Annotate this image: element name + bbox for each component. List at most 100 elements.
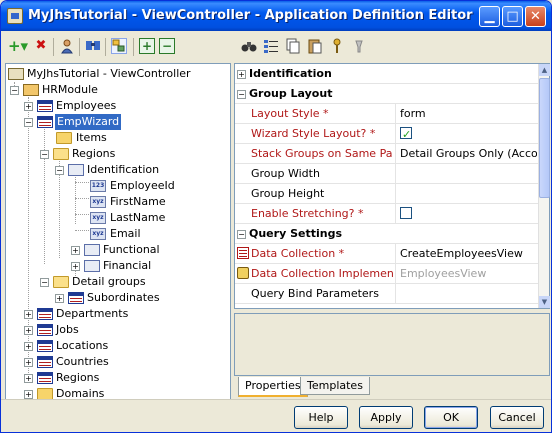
- property-value[interactable]: Detail Groups Only (Accordion): [395, 144, 537, 163]
- expand-toggle-icon[interactable]: +: [237, 70, 246, 79]
- expand-toggle-icon[interactable]: +: [24, 374, 33, 383]
- collapse-toggle-icon[interactable]: −: [24, 118, 33, 127]
- copy-icon[interactable]: [285, 38, 301, 54]
- tree-node-empwizard[interactable]: − EmpWizard: [24, 114, 214, 130]
- tree-node-countries[interactable]: + Countries: [24, 354, 214, 370]
- tree-node-lastname[interactable]: xyz LastName: [90, 210, 220, 226]
- paste-icon[interactable]: [307, 38, 323, 54]
- scroll-thumb[interactable]: [539, 78, 550, 198]
- categorized-icon[interactable]: [263, 38, 279, 54]
- minimize-button[interactable]: ▁: [479, 6, 500, 27]
- property-name: Data Collection *: [251, 247, 345, 260]
- tree-node-hrmodule[interactable]: − HRModule: [10, 82, 220, 98]
- tree-node-items[interactable]: Items: [56, 130, 206, 146]
- tree-node-firstname[interactable]: xyz FirstName: [90, 194, 220, 210]
- tree-node-locations[interactable]: + Locations: [24, 338, 214, 354]
- tree-node-subordinates[interactable]: + Subordinates: [55, 290, 215, 306]
- property-name: Enable Stretching? *: [251, 207, 364, 220]
- delete-icon[interactable]: ✖: [33, 38, 49, 54]
- property-toolbar: [239, 35, 539, 59]
- tree-node-functional[interactable]: + Functional: [71, 242, 211, 258]
- expand-toggle-icon[interactable]: +: [24, 390, 33, 399]
- property-wizard-style[interactable]: Wizard Style Layout? *: [235, 124, 538, 144]
- collapse-all-icon[interactable]: −: [159, 38, 175, 54]
- property-data-collection[interactable]: Data Collection * CreateEmployeesView: [235, 244, 538, 264]
- title-bar[interactable]: MyJhsTutorial - ViewController - Applica…: [1, 1, 551, 31]
- property-enable-stretching[interactable]: Enable Stretching? *: [235, 204, 538, 224]
- tree-node-departments[interactable]: + Departments: [24, 306, 214, 322]
- user-icon[interactable]: [59, 38, 75, 54]
- expand-toggle-icon[interactable]: +: [71, 246, 80, 255]
- property-group-width[interactable]: Group Width: [235, 164, 538, 184]
- maximize-button[interactable]: □: [502, 6, 523, 27]
- tree-node-regions[interactable]: − Regions: [40, 146, 200, 162]
- property-value[interactable]: [395, 184, 537, 203]
- collapse-toggle-icon[interactable]: −: [237, 230, 246, 239]
- tree-node-jobs[interactable]: + Jobs: [24, 322, 214, 338]
- filter-icon[interactable]: [351, 38, 367, 54]
- tab-templates[interactable]: Templates: [300, 377, 370, 395]
- tree-node-identification[interactable]: − Identification: [55, 162, 215, 178]
- collapse-toggle-icon[interactable]: −: [55, 166, 64, 175]
- pin-icon[interactable]: [329, 38, 345, 54]
- wizard-style-checkbox[interactable]: [400, 125, 412, 143]
- property-inspector[interactable]: + Identification − Group Layout Layout Sty…: [234, 63, 550, 309]
- section-group-layout[interactable]: − Group Layout: [235, 84, 538, 104]
- table-icon: [37, 116, 53, 128]
- enable-stretching-checkbox[interactable]: [400, 207, 412, 219]
- property-stack-groups[interactable]: Stack Groups on Same Page * Detail Group…: [235, 144, 538, 164]
- tree-node-regions-2[interactable]: + Regions: [24, 370, 214, 386]
- application-tree[interactable]: MyJhsTutorial - ViewController − HRModul…: [5, 63, 231, 400]
- property-query-bind[interactable]: Query Bind Parameters: [235, 284, 538, 304]
- collapse-toggle-icon[interactable]: −: [40, 278, 49, 287]
- expand-toggle-icon[interactable]: +: [24, 342, 33, 351]
- property-value[interactable]: [395, 164, 537, 183]
- expand-toggle-icon[interactable]: +: [24, 326, 33, 335]
- expand-toggle-icon[interactable]: +: [55, 294, 64, 303]
- scroll-up-arrow-icon[interactable]: ▲: [539, 64, 550, 76]
- section-query-settings[interactable]: − Query Settings: [235, 224, 538, 244]
- tree-node-email[interactable]: xyz Email: [90, 226, 220, 242]
- property-group-height[interactable]: Group Height: [235, 184, 538, 204]
- tree-node-financial[interactable]: + Financial: [71, 258, 211, 274]
- property-value[interactable]: form: [395, 104, 537, 123]
- apply-button[interactable]: Apply: [359, 406, 413, 429]
- tab-properties[interactable]: Properties: [238, 377, 308, 397]
- expand-all-icon[interactable]: +: [139, 38, 155, 54]
- ok-button[interactable]: OK: [424, 406, 478, 429]
- refresh-icon[interactable]: [111, 38, 127, 54]
- expand-toggle-icon[interactable]: +: [24, 358, 33, 367]
- find-icon[interactable]: [85, 38, 101, 54]
- collapse-toggle-icon[interactable]: −: [40, 150, 49, 159]
- table-icon: [37, 340, 53, 352]
- table-icon: [37, 372, 53, 384]
- tree-node-label: Items: [76, 131, 107, 144]
- text-field-icon: xyz: [90, 228, 106, 240]
- collapse-toggle-icon[interactable]: −: [237, 90, 246, 99]
- tree-node-label: Regions: [56, 371, 100, 384]
- property-value[interactable]: EmployeesView: [395, 264, 537, 283]
- help-button[interactable]: Help: [294, 406, 348, 429]
- expand-toggle-icon[interactable]: +: [24, 102, 33, 111]
- property-scrollbar[interactable]: ▲ ▼: [538, 64, 550, 308]
- tree-node-employeeid[interactable]: 123 EmployeeId: [90, 178, 220, 194]
- cancel-button[interactable]: Cancel: [490, 406, 544, 429]
- section-identification[interactable]: + Identification: [235, 64, 538, 84]
- expand-toggle-icon[interactable]: +: [24, 310, 33, 319]
- property-data-collection-impl[interactable]: Data Collection Implement... EmployeesVi…: [235, 264, 538, 284]
- collapse-toggle-icon[interactable]: −: [10, 86, 19, 95]
- tree-node-root[interactable]: MyJhsTutorial - ViewController: [8, 66, 228, 82]
- property-name: Stack Groups on Same Page *: [251, 147, 393, 160]
- binoculars-icon[interactable]: [241, 38, 257, 54]
- scroll-down-arrow-icon[interactable]: ▼: [539, 296, 550, 308]
- property-value[interactable]: [395, 284, 537, 303]
- tree-node-employees[interactable]: + Employees: [24, 98, 214, 114]
- property-layout-style[interactable]: Layout Style * form: [235, 104, 538, 124]
- add-icon[interactable]: +▾: [7, 38, 29, 54]
- table-icon: [37, 100, 53, 112]
- property-value[interactable]: CreateEmployeesView: [395, 244, 537, 263]
- tree-node-detail-groups[interactable]: − Detail groups: [40, 274, 200, 290]
- close-button[interactable]: ✕: [525, 6, 546, 27]
- tree-node-label: Departments: [56, 307, 129, 320]
- expand-toggle-icon[interactable]: +: [71, 262, 80, 271]
